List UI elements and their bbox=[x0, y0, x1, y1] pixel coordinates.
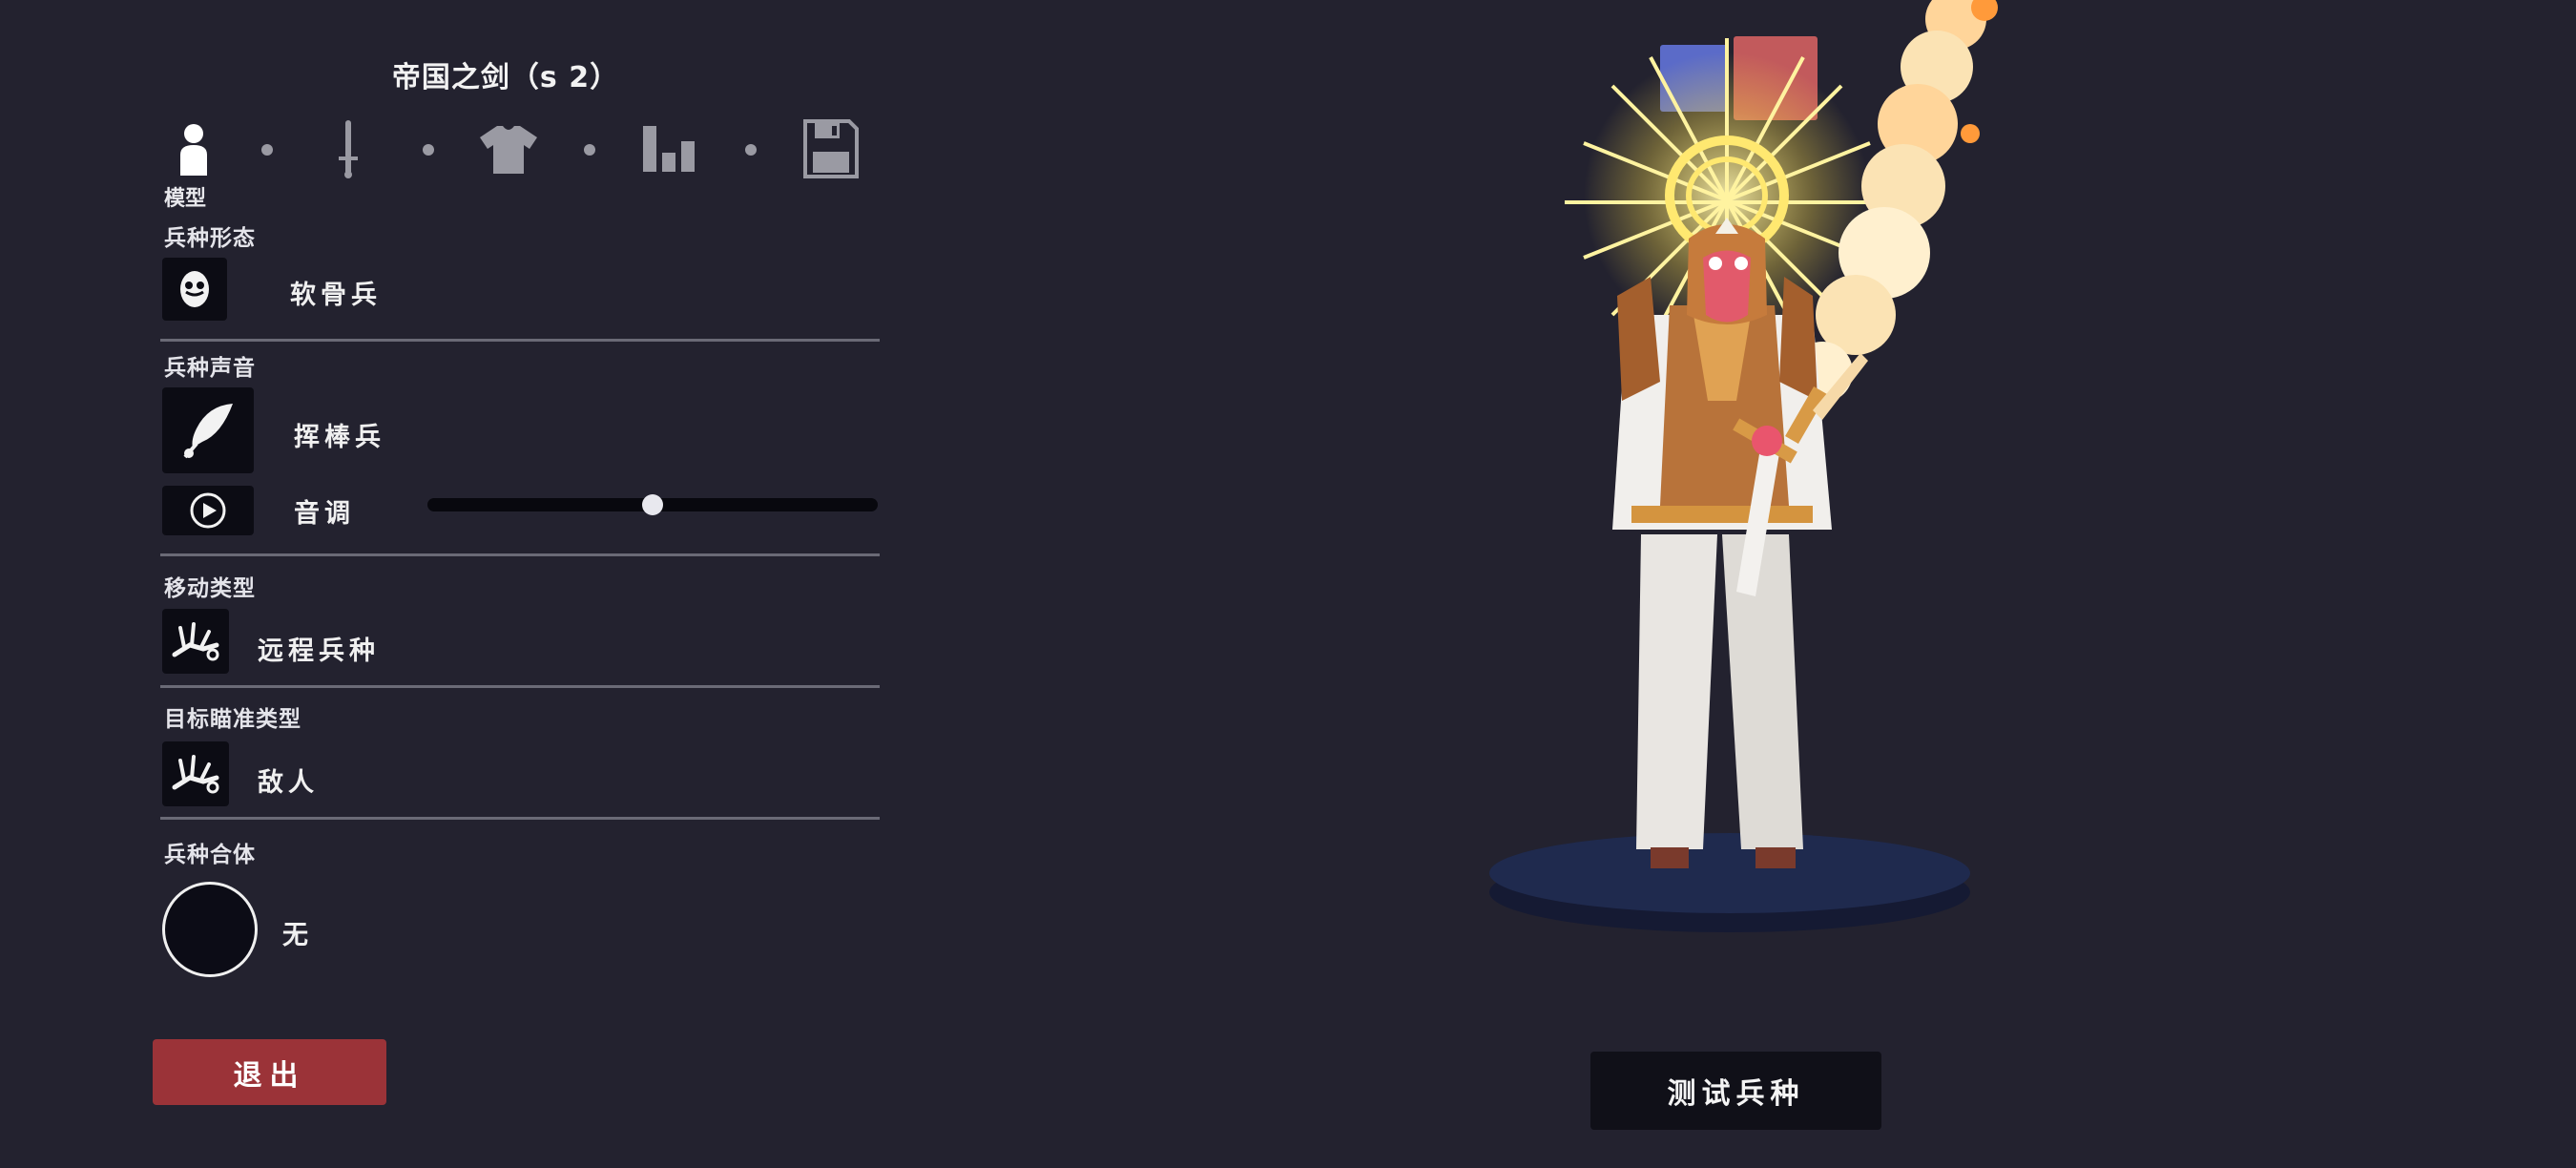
unit-voice-label: 兵种声音 bbox=[164, 356, 256, 381]
tab-stats[interactable] bbox=[638, 113, 701, 185]
section-divider bbox=[160, 553, 880, 556]
unit-base-label: 兵种形态 bbox=[164, 226, 256, 251]
floppy-disk-icon bbox=[803, 119, 859, 178]
movement-selector[interactable] bbox=[162, 609, 229, 674]
tab-separator-dot bbox=[745, 144, 757, 156]
tab-separator-dot bbox=[261, 144, 273, 156]
section-divider bbox=[160, 817, 880, 820]
unit-head bbox=[1687, 218, 1767, 324]
section-divider bbox=[160, 685, 880, 688]
active-tab-label: 模型 bbox=[164, 187, 207, 211]
sword-icon bbox=[339, 120, 358, 178]
unit-base-value[interactable]: 软骨兵 bbox=[290, 274, 382, 311]
targeting-label: 目标瞄准类型 bbox=[164, 707, 301, 732]
person-icon bbox=[180, 124, 207, 176]
tab-separator-dot bbox=[423, 144, 434, 156]
bar-chart-icon bbox=[643, 126, 695, 172]
play-icon bbox=[190, 492, 226, 529]
pitch-label: 音调 bbox=[294, 499, 355, 529]
fallen-unit-icon bbox=[172, 622, 219, 661]
unit-base-selector[interactable] bbox=[162, 258, 227, 321]
combine-label: 兵种合体 bbox=[164, 843, 256, 867]
editor-tabs bbox=[162, 113, 868, 189]
pitch-slider-handle[interactable] bbox=[642, 494, 663, 515]
targeting-selector[interactable] bbox=[162, 741, 229, 806]
feather-icon bbox=[183, 404, 233, 459]
unit-voice-selector[interactable] bbox=[162, 387, 254, 473]
shirt-icon bbox=[480, 126, 537, 174]
unit-platform-top bbox=[1489, 833, 1970, 913]
unit-preview bbox=[1489, 0, 1998, 932]
unit-title: 帝国之剑（s 2） bbox=[391, 61, 620, 94]
exit-button[interactable]: 退出 bbox=[153, 1039, 386, 1105]
section-divider bbox=[160, 339, 880, 342]
movement-label: 移动类型 bbox=[164, 576, 256, 601]
play-voice-button[interactable] bbox=[162, 486, 254, 535]
tab-save[interactable] bbox=[800, 113, 862, 185]
tab-separator-dot bbox=[584, 144, 595, 156]
pitch-slider[interactable] bbox=[427, 494, 878, 515]
movement-value[interactable]: 远程兵种 bbox=[258, 630, 380, 667]
unit-voice-value[interactable]: 挥棒兵 bbox=[294, 416, 385, 453]
combine-value: 无 bbox=[282, 921, 313, 950]
combine-slot[interactable] bbox=[162, 882, 258, 977]
tab-weapon[interactable] bbox=[317, 113, 380, 185]
fallen-unit-icon bbox=[172, 755, 219, 794]
tab-clothing[interactable] bbox=[477, 113, 540, 185]
tab-model[interactable] bbox=[162, 113, 225, 185]
unit-legs bbox=[1636, 534, 1803, 868]
test-unit-button[interactable]: 测试兵种 bbox=[1590, 1052, 1881, 1130]
targeting-value[interactable]: 敌人 bbox=[258, 761, 319, 799]
mask-face-icon bbox=[180, 271, 209, 307]
